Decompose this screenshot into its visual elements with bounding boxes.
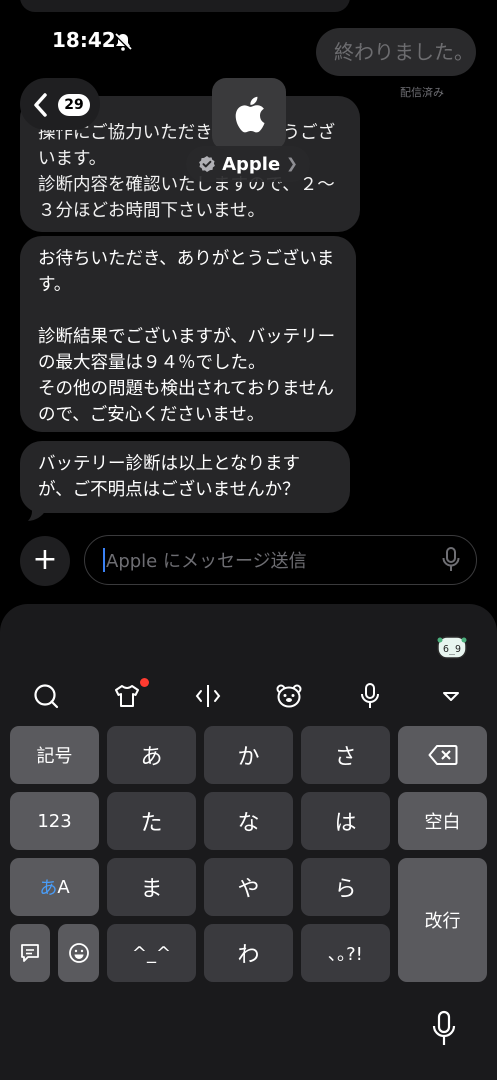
microphone-icon[interactable] xyxy=(356,682,384,710)
key-ra[interactable]: ら xyxy=(301,858,390,916)
key-wa[interactable]: わ xyxy=(204,924,293,982)
contact-avatar[interactable] xyxy=(212,78,286,150)
punctuation-key[interactable]: ､｡?! xyxy=(301,924,390,982)
cursor-icon[interactable] xyxy=(194,682,222,710)
symbols-key[interactable]: 記号 xyxy=(10,726,99,784)
number-mode-key[interactable]: 123 xyxy=(10,792,99,850)
svg-text:6_9: 6_9 xyxy=(443,644,461,655)
emoji-key[interactable] xyxy=(58,924,99,982)
delete-icon xyxy=(428,745,457,765)
key-sa[interactable]: さ xyxy=(301,726,390,784)
key-ta[interactable]: た xyxy=(107,792,196,850)
bear-face-icon[interactable] xyxy=(275,682,303,710)
verified-badge-icon xyxy=(199,156,215,172)
key-ha[interactable]: は xyxy=(301,792,390,850)
delivered-status: 配信済み xyxy=(400,86,444,99)
backspace-key[interactable] xyxy=(398,726,487,784)
add-attachment-button[interactable]: + xyxy=(20,536,70,586)
key-ka[interactable]: か xyxy=(204,726,293,784)
robot-face-icon[interactable]: 6_9 xyxy=(437,634,467,660)
dictation-mic-icon[interactable] xyxy=(440,546,462,574)
received-message-3: バッテリー診断は以上となりますが、ご不明点はございませんか？ xyxy=(20,441,350,513)
message-template-key[interactable] xyxy=(10,924,50,982)
contact-name: Apple xyxy=(222,153,281,175)
chevron-left-icon xyxy=(34,93,47,117)
collapse-icon[interactable] xyxy=(437,682,465,710)
space-key[interactable]: 空白 xyxy=(398,792,487,850)
bubble-tail xyxy=(28,500,46,521)
kana-mode-key[interactable]: あA xyxy=(10,858,99,916)
key-a[interactable]: あ xyxy=(107,726,196,784)
kaomoji-key[interactable]: ^_^ xyxy=(107,924,196,982)
key-ya[interactable]: や xyxy=(204,858,293,916)
sent-message-bubble: 終わりました。 xyxy=(316,28,476,76)
kana-mode-latin: A xyxy=(57,876,70,898)
search-icon[interactable] xyxy=(32,682,60,710)
smiley-icon xyxy=(68,943,89,963)
contact-name-button[interactable]: Apple ❯ xyxy=(186,146,310,182)
previous-message-bubble xyxy=(20,0,350,12)
key-na[interactable]: な xyxy=(204,792,293,850)
kana-mode-active: あ xyxy=(39,878,58,899)
unread-count-badge: 29 xyxy=(58,94,90,116)
status-time: 18:42 xyxy=(52,28,116,52)
text-caret xyxy=(103,548,105,572)
message-input-placeholder: Apple にメッセージ送信 xyxy=(106,551,307,572)
silent-bell-icon xyxy=(113,32,133,52)
shirt-icon[interactable] xyxy=(113,682,141,710)
received-message-2: お待ちいただき、ありがとうございます。 診断結果でございますが、バッテリーの最大… xyxy=(20,236,356,432)
dictation-microphone-icon[interactable] xyxy=(430,1010,458,1048)
enter-key[interactable]: 改行 xyxy=(398,858,487,982)
apple-logo-icon xyxy=(235,96,265,133)
key-ma[interactable]: ま xyxy=(107,858,196,916)
notification-dot xyxy=(140,678,149,687)
chat-bubble-icon xyxy=(21,944,39,962)
chevron-right-icon: ❯ xyxy=(286,156,298,172)
